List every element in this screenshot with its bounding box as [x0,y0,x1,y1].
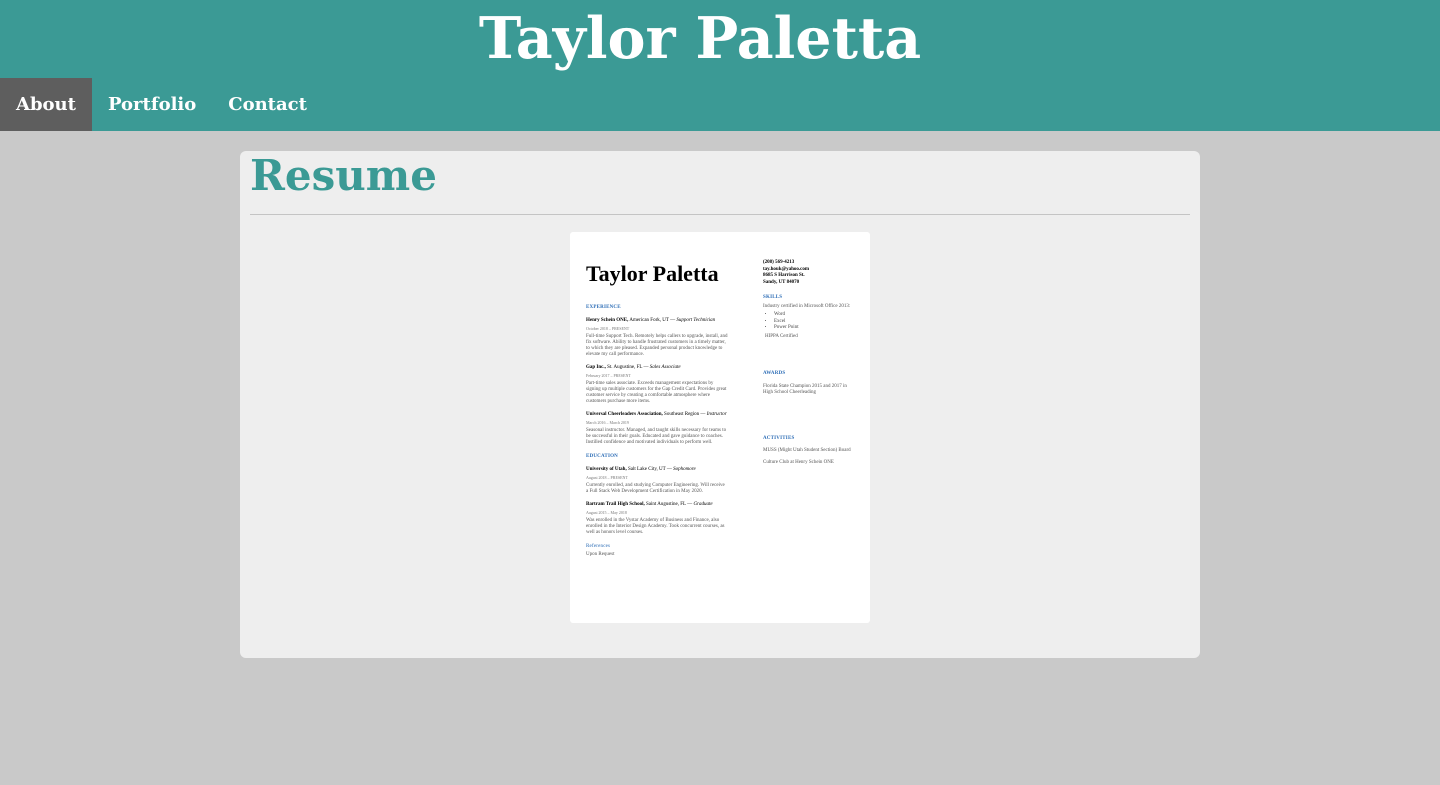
job-description: Part-time sales associate. Exceeds manag… [586,381,727,404]
resume-left-column: EXPERIENCE Henry Schein ONE, American Fo… [586,305,728,558]
school-date: August 2015 – May 2018 [586,510,627,515]
skills-list: Word Excel Power Point [774,312,855,332]
job-entry: Gap Inc., St. Augustine, FL — Sales Asso… [586,365,681,370]
school-description: Currently enrolled, and studying Compute… [586,483,725,494]
skills-intro: Industry certified in Microsoft Office 2… [763,303,851,309]
resume-right-column: (208) 569-4213 tay.houk@yahoo.com 8685 S… [763,260,855,466]
school-description: Was enrolled in the Vystar Academy of Bu… [586,518,725,535]
activities-heading: ACTIVITIES [763,435,795,441]
references-text: Upon Request [586,552,615,557]
school-entry: University of Utah, Salt Lake City, UT —… [586,467,696,472]
awards-heading: AWARDS [763,371,786,376]
job-entry: Universal Cheerleaders Association, Sout… [586,412,727,417]
job-description: Full-time Support Tech. Remotely helps c… [586,334,728,357]
job-date: October 2018 – PRESENT [586,326,630,331]
school-entry: Bartram Trail High School, Saint Augusti… [586,502,713,507]
job-date: February 2017 – PRESENT [586,373,631,378]
job-description: Seasonal instructor. Managed, and taught… [586,428,727,445]
activity-item: MUSS (Might Utah Student Section) Board [763,448,851,453]
content-card: Resume Taylor Paletta EXPERIENCE Henry S… [240,151,1200,658]
experience-heading: EXPERIENCE [586,305,621,310]
skill-item: Power Point [774,325,855,332]
nav-item-contact[interactable]: Contact [212,78,323,131]
resume-image: Taylor Paletta EXPERIENCE Henry Schein O… [570,232,870,623]
education-heading: EDUCATION [586,454,618,459]
site-title: Taylor Paletta [478,5,922,72]
school-date: August 2018 – PRESENT [586,475,628,480]
nav-item-about[interactable]: About [0,78,92,131]
page-title: Resume [250,151,437,200]
main-nav: About Portfolio Contact [0,78,323,131]
awards-text: Florida State Champion 2015 and 2017 in … [763,383,847,396]
resume-name: Taylor Paletta [586,261,719,286]
nav-item-portfolio[interactable]: Portfolio [92,78,212,131]
job-entry: Henry Schein ONE, American Fork, UT — Su… [586,318,716,323]
title-divider [250,214,1190,215]
site-header: Taylor Paletta About Portfolio Contact [0,0,1440,131]
activity-item: Culture Club at Henry Schein ONE [763,459,834,465]
skills-heading: SKILLS [763,295,783,300]
references-heading: References [586,544,611,549]
job-date: March 2016 – March 2019 [586,420,629,425]
